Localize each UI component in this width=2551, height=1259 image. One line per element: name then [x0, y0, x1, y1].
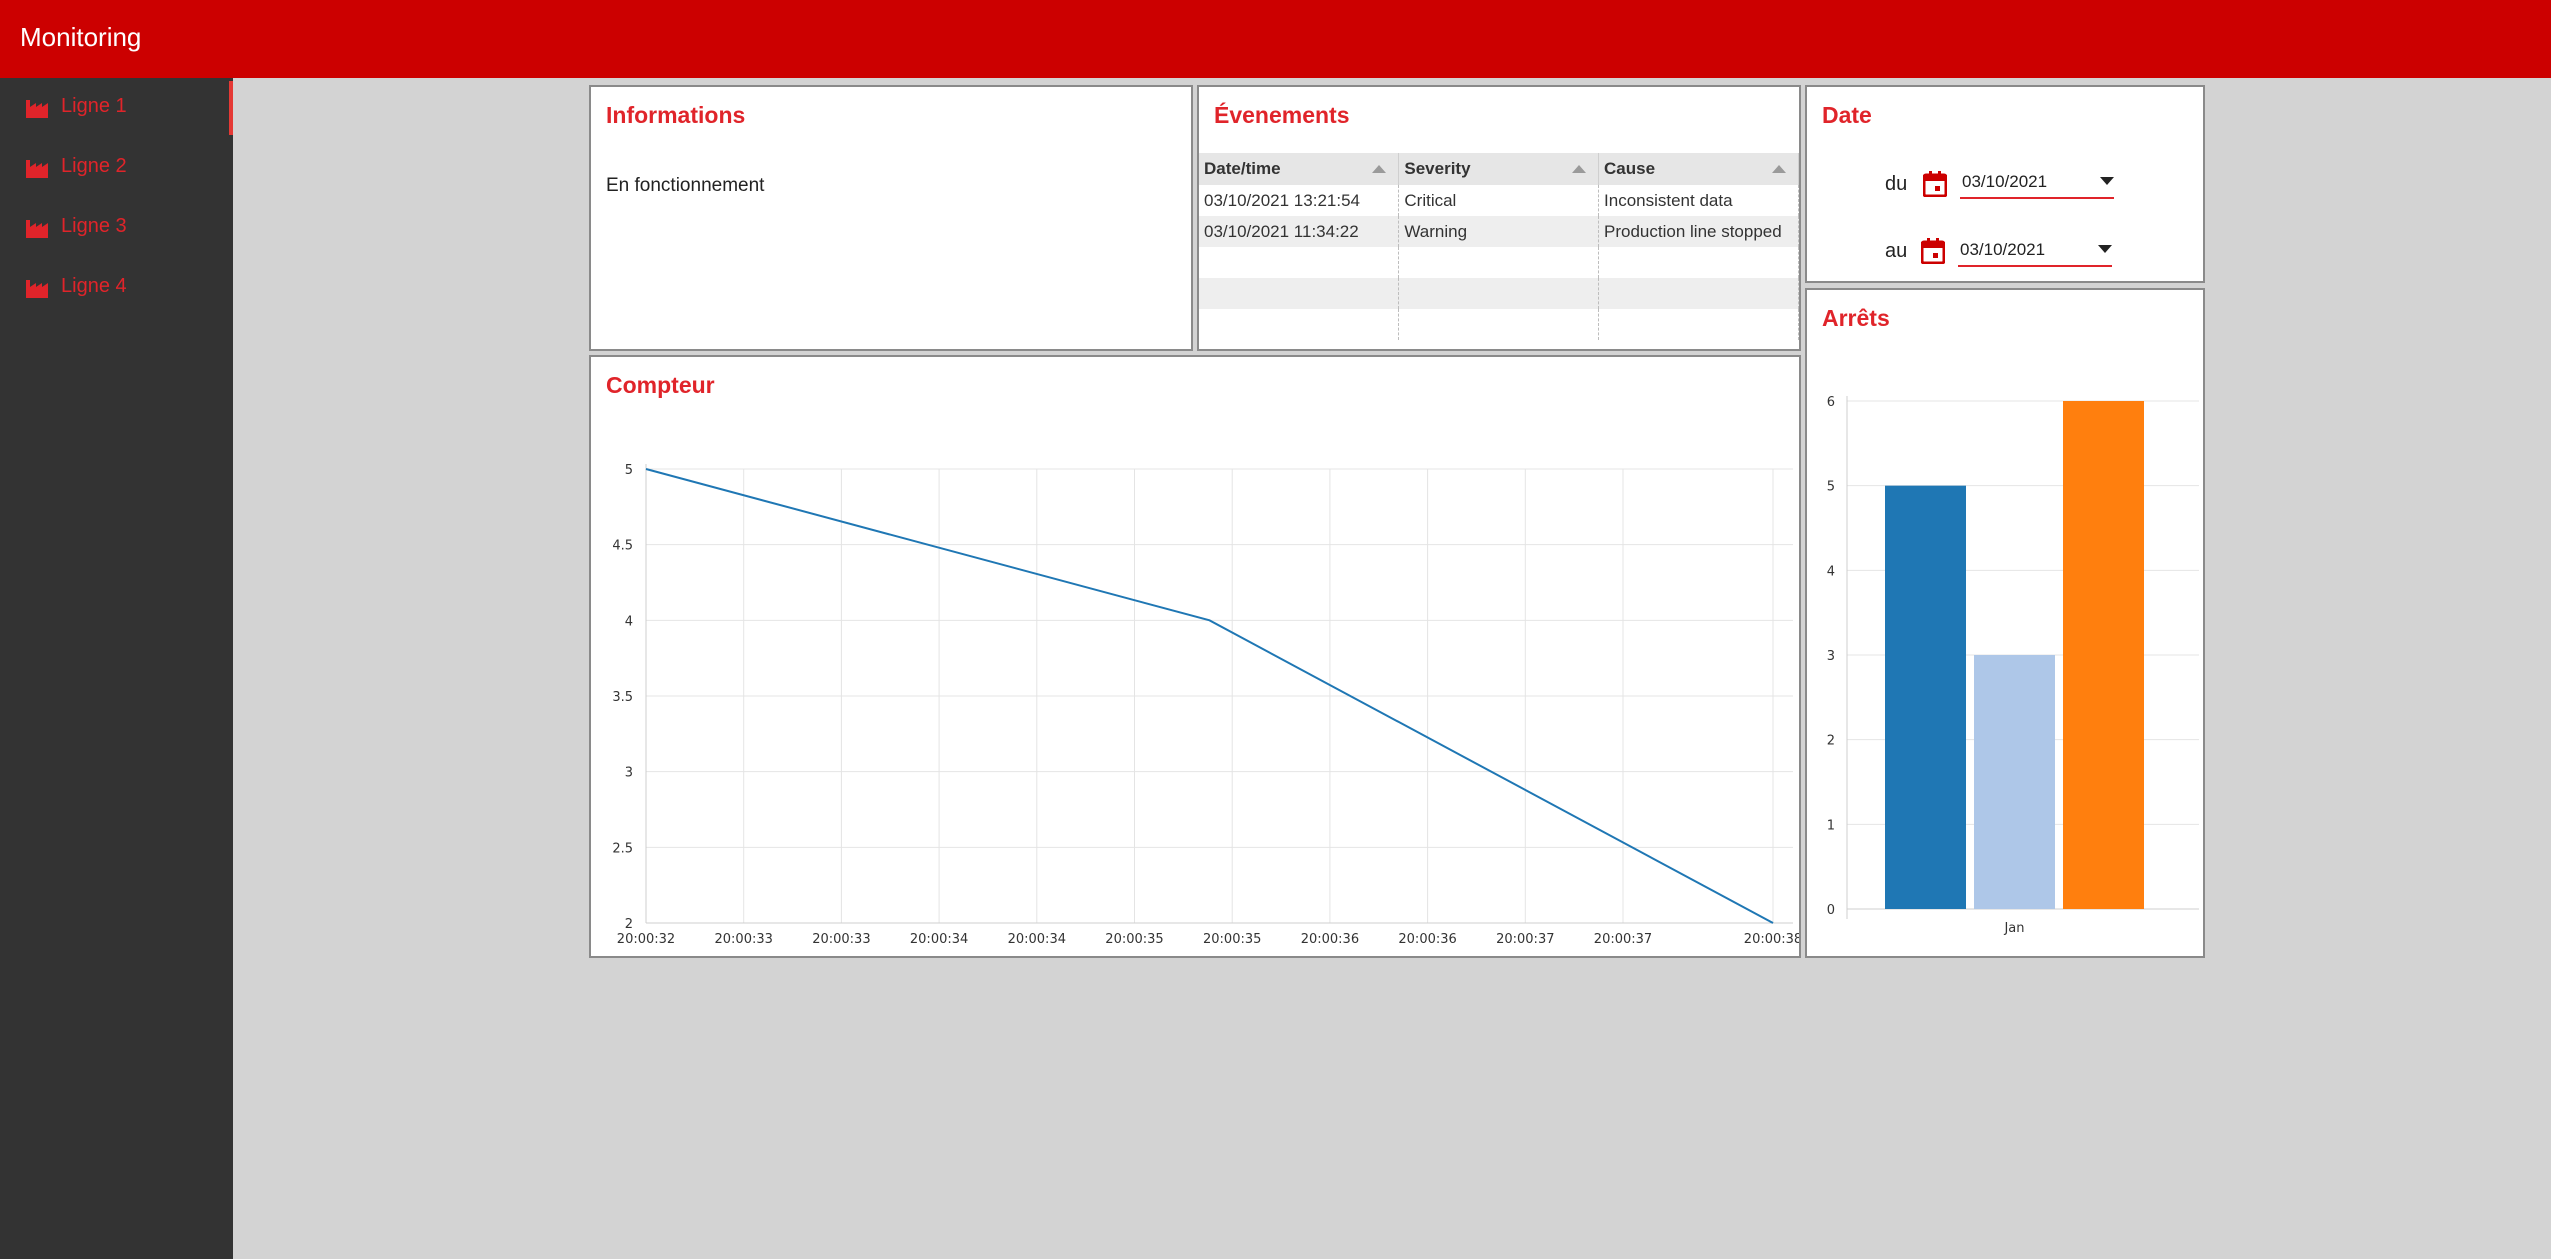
- y-tick-label: 6: [1827, 395, 1835, 410]
- table-cell: Critical: [1398, 185, 1600, 216]
- sidebar-item-ligne-1[interactable]: Ligne 1: [0, 81, 233, 135]
- to-date-value: 03/10/2021: [1960, 240, 2046, 259]
- compteur-panel: Compteur 20:00:32 20:00:33 20:00:33 20:00:3…: [589, 355, 1801, 958]
- app-title: Monitoring: [20, 22, 142, 52]
- y-tick-label: 3: [625, 766, 633, 781]
- table-cell: 03/10/2021 13:21:54: [1199, 185, 1400, 216]
- table-row-empty: [1199, 278, 1799, 309]
- date-title: Date: [1822, 102, 1872, 128]
- sidebar-item-label: Ligne 2: [61, 155, 127, 177]
- calendar-icon[interactable]: [1921, 238, 1945, 264]
- column-header-cause[interactable]: Cause: [1598, 153, 1799, 185]
- table-row-empty: [1199, 247, 1799, 278]
- sort-arrow-icon[interactable]: [1772, 165, 1786, 173]
- arrets-bar-chart: 0 1 2 3 4 5 6 Jan: [1827, 395, 2199, 936]
- events-table: Date/time Severity Cause 03/10/2021 13:2…: [1199, 153, 1799, 340]
- table-cell: Warning: [1398, 216, 1600, 247]
- y-tick-label: 3: [1827, 649, 1835, 664]
- to-date-field[interactable]: 03/10/2021: [1958, 235, 2112, 267]
- x-tick-label: 20:00:35: [1203, 932, 1261, 947]
- to-label: au: [1885, 240, 1908, 262]
- sidebar: Ligne 1 Ligne 2 Ligne 3 Ligne 4: [0, 78, 233, 1259]
- table-cell: Production line stopped: [1598, 216, 1799, 247]
- column-header-label: Date/time: [1204, 159, 1281, 178]
- x-tick-label: 20:00:35: [1105, 932, 1163, 947]
- informations-panel: Informations En fonctionnement: [589, 85, 1193, 351]
- x-tick-label: 20:00:36: [1398, 932, 1456, 947]
- compteur-line-chart: 20:00:32 20:00:33 20:00:33 20:00:34 20:00:34…: [612, 463, 1799, 947]
- column-header-severity[interactable]: Severity: [1398, 153, 1600, 185]
- x-tick-label: 20:00:34: [1008, 932, 1066, 947]
- y-tick-label: 4.5: [612, 539, 633, 554]
- y-tick-label: 2: [625, 917, 633, 932]
- sidebar-item-label: Ligne 3: [61, 215, 127, 237]
- dropdown-caret-icon[interactable]: [2098, 245, 2112, 253]
- sidebar-item-ligne-2[interactable]: Ligne 2: [0, 141, 233, 195]
- y-tick-label: 4: [625, 614, 633, 629]
- x-tick-label: 20:00:37: [1496, 932, 1554, 947]
- date-panel: Date du 03/10/2021 au 03/10/2021: [1805, 85, 2205, 283]
- bar: [1885, 485, 1966, 909]
- y-tick-label: 4: [1827, 564, 1835, 579]
- sidebar-item-ligne-3[interactable]: Ligne 3: [0, 201, 233, 255]
- from-label: du: [1885, 173, 1908, 195]
- y-tick-label: 0: [1827, 903, 1835, 918]
- sidebar-item-ligne-4[interactable]: Ligne 4: [0, 261, 233, 315]
- x-tick-label: 20:00:33: [715, 932, 773, 947]
- table-header-row: Date/time Severity Cause: [1199, 153, 1799, 185]
- x-tick-label: Jan: [2003, 921, 2024, 936]
- table-row-empty: [1199, 309, 1799, 340]
- column-header-label: Severity: [1404, 159, 1471, 178]
- factory-icon: [26, 220, 48, 238]
- x-tick-label: 20:00:32: [617, 932, 675, 947]
- from-date-field[interactable]: 03/10/2021: [1960, 167, 2114, 199]
- app-header: Monitoring: [0, 0, 2551, 78]
- table-cell: 03/10/2021 11:34:22: [1199, 216, 1400, 247]
- x-tick-label: 20:00:34: [910, 932, 968, 947]
- y-tick-label: 5: [1827, 480, 1835, 495]
- x-tick-label: 20:00:38: [1744, 932, 1799, 947]
- arrets-panel: Arrêts 0 1 2 3 4 5 6 Jan: [1805, 288, 2205, 958]
- x-tick-label: 20:00:33: [812, 932, 870, 947]
- bar: [1974, 655, 2055, 909]
- evenements-panel: Évenements Date/time Severity Cause 03/1…: [1197, 85, 1801, 351]
- x-tick-label: 20:00:37: [1594, 932, 1652, 947]
- dropdown-caret-icon[interactable]: [2100, 177, 2114, 185]
- y-tick-label: 2: [1827, 734, 1835, 749]
- calendar-icon[interactable]: [1923, 171, 1947, 197]
- factory-icon: [26, 160, 48, 178]
- y-tick-label: 1: [1827, 818, 1835, 833]
- column-header-datetime[interactable]: Date/time: [1199, 153, 1400, 185]
- sidebar-item-label: Ligne 4: [61, 275, 127, 297]
- y-tick-label: 2.5: [612, 841, 633, 856]
- factory-icon: [26, 100, 48, 118]
- sort-arrow-icon[interactable]: [1572, 165, 1587, 173]
- column-header-label: Cause: [1604, 159, 1656, 178]
- bar: [2063, 401, 2144, 909]
- table-row[interactable]: 03/10/2021 11:34:22 Warning Production l…: [1199, 216, 1799, 247]
- table-row[interactable]: 03/10/2021 13:21:54 Critical Inconsisten…: [1199, 185, 1799, 216]
- factory-icon: [26, 280, 48, 298]
- y-tick-label: 5: [625, 463, 633, 478]
- y-tick-label: 3.5: [612, 690, 633, 705]
- sort-arrow-icon[interactable]: [1372, 165, 1387, 173]
- x-tick-label: 20:00:36: [1301, 932, 1359, 947]
- from-date-value: 03/10/2021: [1962, 172, 2048, 191]
- informations-title: Informations: [606, 102, 746, 128]
- status-text: En fonctionnement: [606, 175, 765, 196]
- evenements-title: Évenements: [1214, 102, 1350, 128]
- table-cell: Inconsistent data: [1598, 185, 1799, 216]
- sidebar-item-label: Ligne 1: [61, 95, 127, 117]
